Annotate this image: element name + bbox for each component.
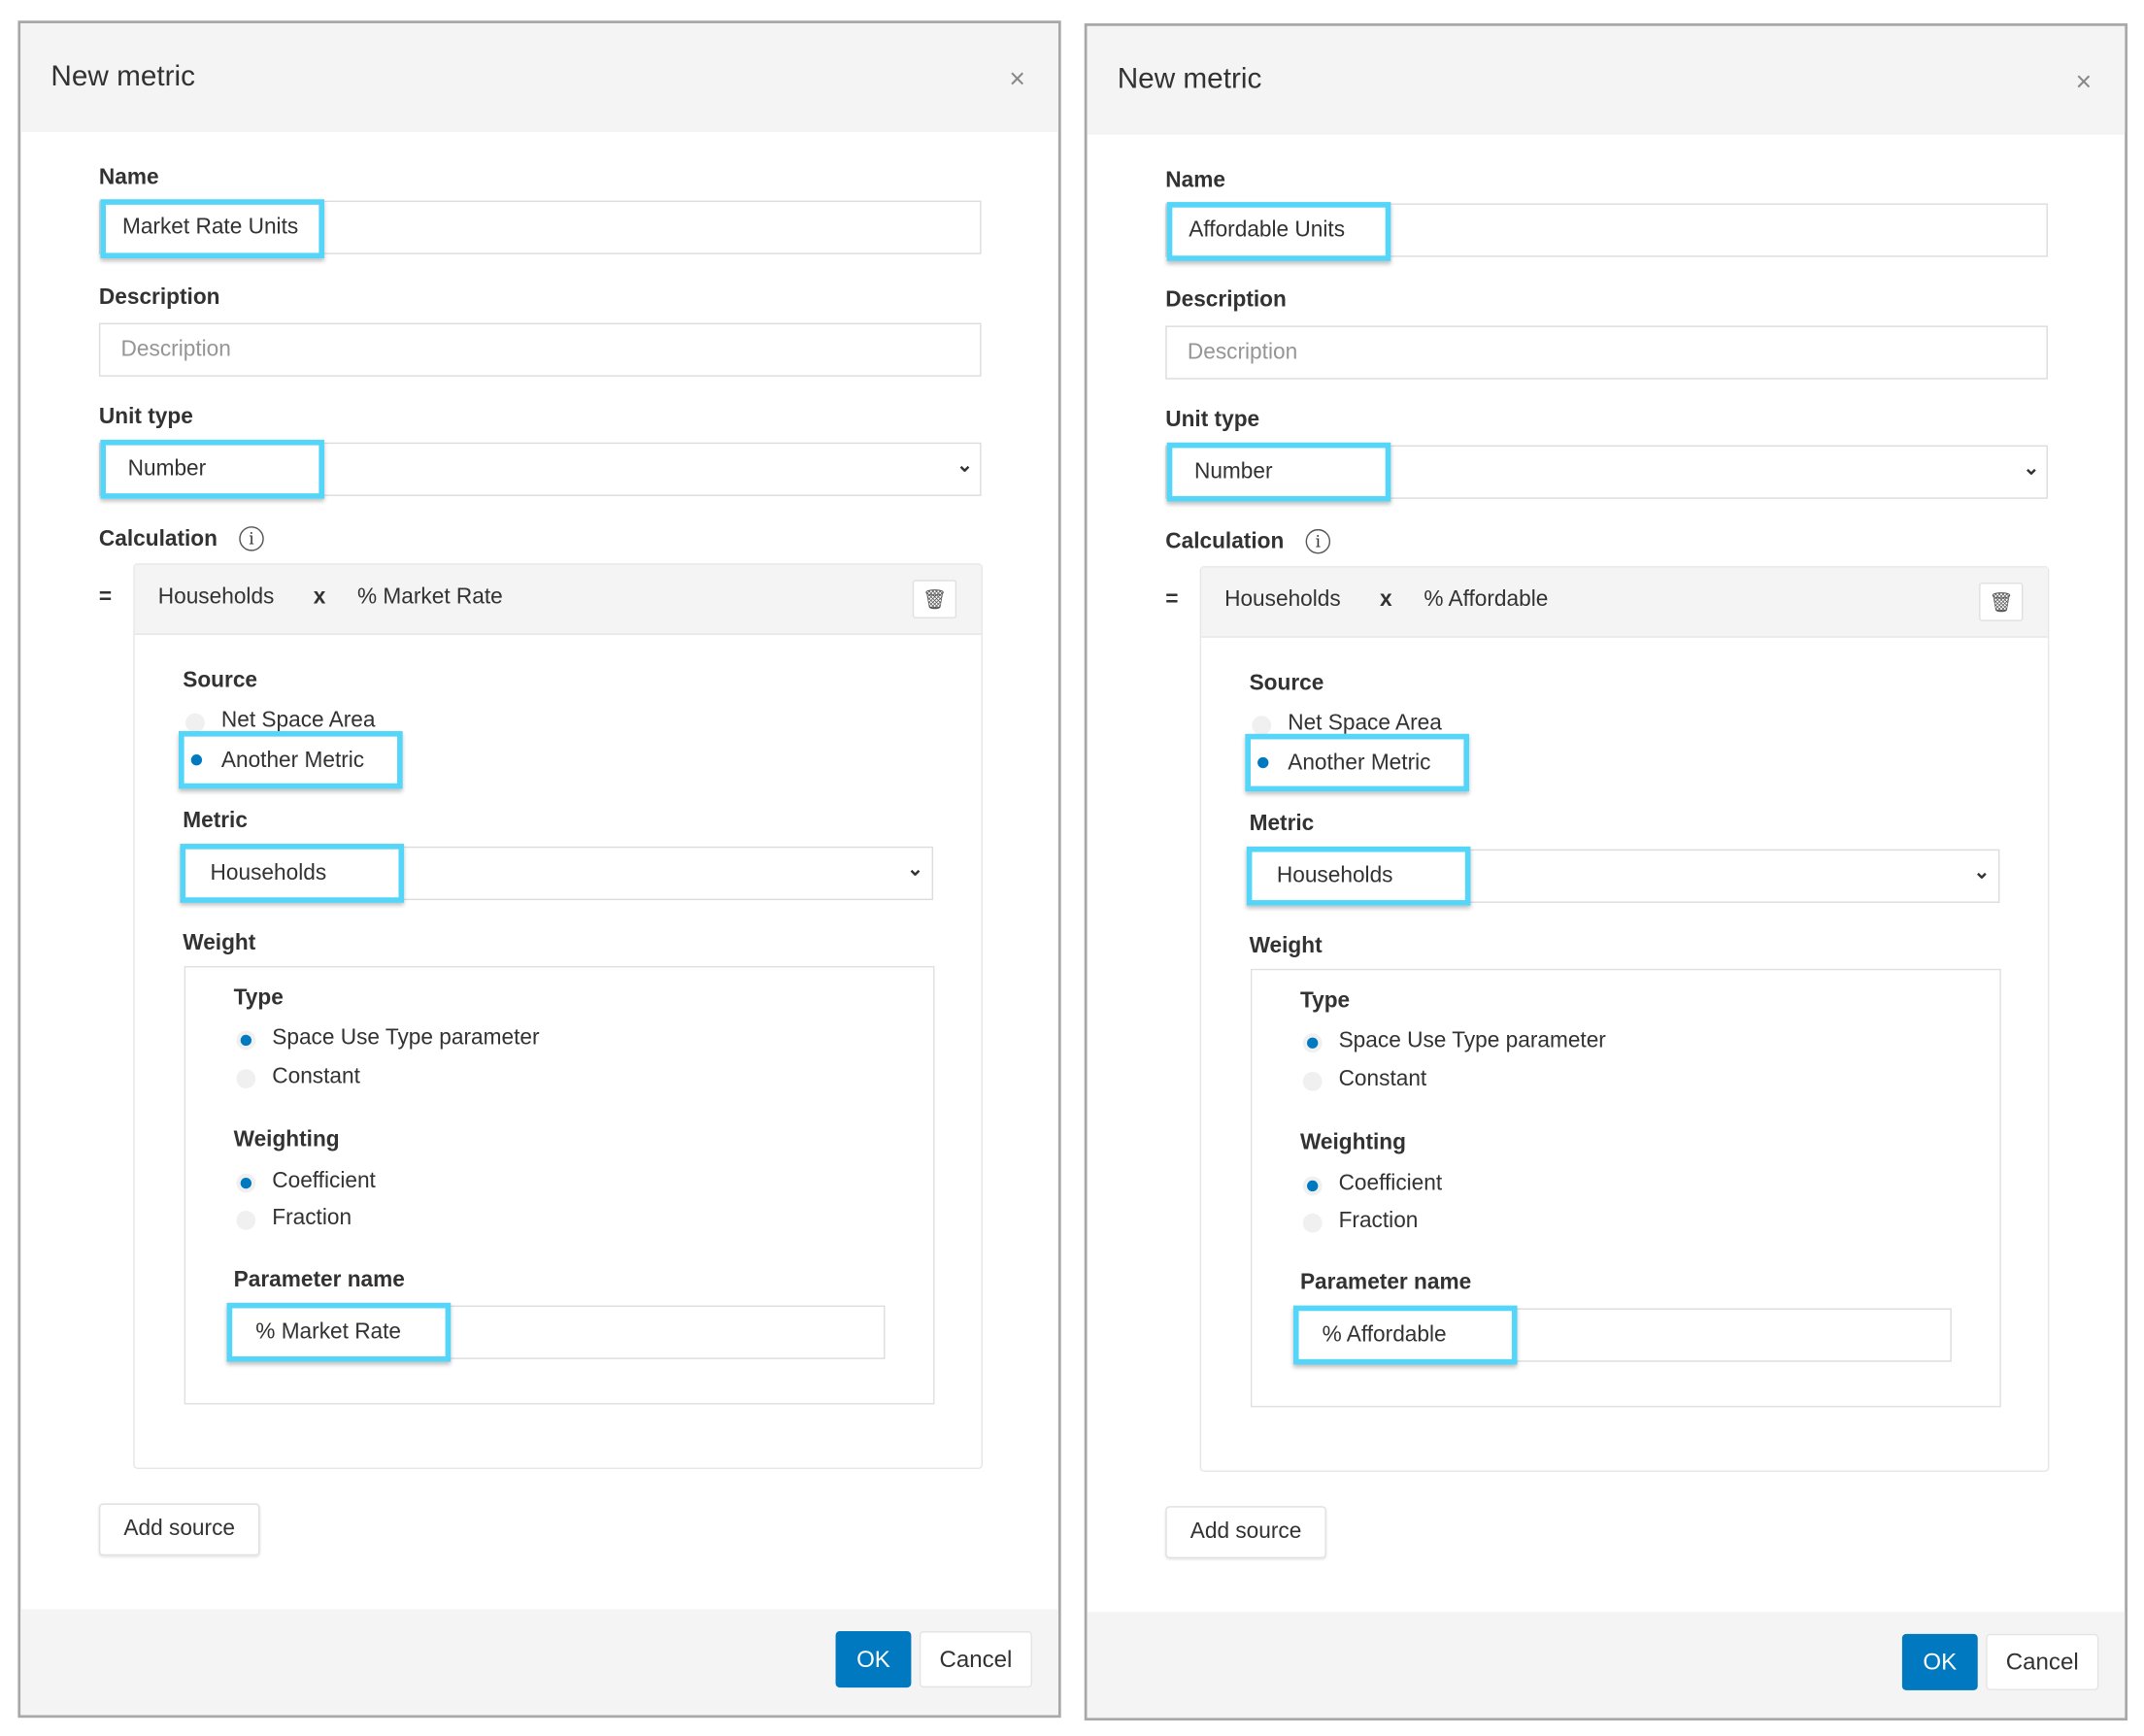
name-label: Name — [1165, 169, 1225, 193]
dialog-footer: OK Cancel — [1087, 1612, 2126, 1719]
radio-space-use-type[interactable] — [236, 1030, 256, 1051]
weight-box: Type Space Use Type parameter Constant W… — [184, 966, 935, 1405]
radio-another-metric[interactable]: Another Metric — [1245, 733, 1470, 792]
metric-value[interactable]: Households — [180, 844, 405, 903]
radio-label: Constant — [1338, 1067, 1427, 1091]
new-metric-dialog-1: New metric × Name Market Rate Units Desc… — [17, 20, 1061, 1719]
ok-button[interactable]: OK — [835, 1631, 912, 1688]
radio-label: Constant — [272, 1064, 360, 1088]
description-label: Description — [98, 285, 220, 310]
name-value[interactable]: Affordable Units — [1166, 202, 1391, 261]
radio-coefficient[interactable] — [1302, 1176, 1323, 1196]
calculation-label: Calculation — [98, 527, 218, 551]
type-label: Type — [1299, 989, 1351, 1014]
source-label: Source — [1249, 672, 1324, 696]
parameter-name-label: Parameter name — [1299, 1271, 1472, 1295]
trash-icon[interactable]: 🗑 — [912, 580, 957, 618]
calc-term-weight: % Market Rate — [356, 584, 503, 610]
radio-constant[interactable] — [1302, 1071, 1323, 1091]
unit-type-value[interactable]: Number — [100, 439, 325, 499]
calc-operator: x — [1380, 587, 1392, 612]
name-value[interactable]: Market Rate Units — [100, 199, 325, 259]
weighting-label: Weighting — [1299, 1130, 1406, 1154]
unit-type-label: Unit type — [98, 405, 193, 429]
parameter-name-value[interactable]: % Affordable — [1292, 1305, 1518, 1365]
radio-selected[interactable] — [186, 751, 206, 770]
radio-label: Another Metric — [220, 749, 365, 773]
unit-type-label: Unit type — [1165, 408, 1260, 432]
radio-fraction[interactable] — [1302, 1213, 1323, 1233]
radio-label: Fraction — [1338, 1209, 1419, 1233]
chevron-down-icon[interactable]: ⌄ — [1973, 860, 1990, 884]
trash-icon[interactable]: 🗑 — [1979, 583, 2024, 621]
metric-label: Metric — [1249, 812, 1315, 836]
parameter-name-label: Parameter name — [233, 1268, 405, 1292]
weighting-label: Weighting — [233, 1128, 340, 1152]
radio-selected[interactable] — [1254, 753, 1273, 773]
equals-sign: = — [98, 584, 113, 610]
radio-space-use-type[interactable] — [1302, 1033, 1323, 1053]
add-source-button[interactable]: Add source — [98, 1503, 260, 1556]
calculation-label: Calculation — [1165, 530, 1285, 554]
dialog-header: New metric × — [20, 23, 1058, 132]
calc-term-source: Households — [157, 584, 275, 610]
radio-label: Space Use Type parameter — [272, 1026, 540, 1051]
calc-term-weight: % Affordable — [1424, 587, 1549, 612]
stage: New metric × Name Market Rate Units Desc… — [0, 0, 2144, 1736]
radio-label: Net Space Area — [1288, 712, 1442, 736]
calculation-box: Households x % Affordable 🗑 Source Net S… — [1199, 566, 2050, 1472]
weight-label: Weight — [183, 931, 256, 955]
dialog-title: New metric — [50, 60, 196, 92]
weight-box: Type Space Use Type parameter Constant W… — [1250, 968, 2001, 1408]
radio-constant[interactable] — [236, 1069, 256, 1088]
radio-another-metric[interactable]: Another Metric — [178, 730, 403, 789]
metric-value[interactable]: Households — [1246, 846, 1471, 906]
calculation-expression: Households x % Market Rate 🗑 — [134, 564, 982, 635]
close-icon[interactable]: × — [2076, 67, 2093, 99]
radio-net-space-area[interactable] — [185, 713, 205, 733]
unit-type-value[interactable]: Number — [1166, 442, 1391, 502]
chevron-down-icon[interactable]: ⌄ — [956, 453, 973, 477]
dialog-footer: OK Cancel — [20, 1609, 1058, 1716]
parameter-name-value[interactable]: % Market Rate — [226, 1302, 452, 1362]
description-label: Description — [1165, 288, 1287, 313]
radio-fraction[interactable] — [236, 1210, 256, 1230]
name-label: Name — [98, 166, 159, 190]
add-source-button[interactable]: Add source — [1165, 1506, 1326, 1559]
info-icon[interactable]: i — [1305, 528, 1331, 554]
radio-label: Fraction — [272, 1206, 352, 1230]
dialog-header: New metric × — [1087, 25, 2126, 135]
close-icon[interactable]: × — [1009, 65, 1025, 97]
radio-coefficient[interactable] — [236, 1173, 256, 1193]
cancel-button[interactable]: Cancel — [1986, 1633, 2099, 1690]
weight-label: Weight — [1249, 934, 1323, 958]
equals-sign: = — [1165, 587, 1179, 612]
new-metric-dialog-2: New metric × Name Affordable Units Descr… — [1084, 23, 2128, 1721]
dialog-title: New metric — [1117, 63, 1262, 95]
calculation-box: Households x % Market Rate 🗑 Source Net … — [133, 563, 983, 1470]
chevron-down-icon[interactable]: ⌄ — [2023, 456, 2039, 480]
calculation-expression: Households x % Affordable 🗑 — [1201, 567, 2048, 638]
calc-operator: x — [313, 584, 326, 610]
radio-label: Another Metric — [1288, 751, 1431, 776]
radio-label: Coefficient — [272, 1169, 376, 1193]
description-input[interactable]: Description — [98, 322, 982, 377]
cancel-button[interactable]: Cancel — [919, 1631, 1032, 1688]
source-label: Source — [183, 669, 258, 693]
radio-net-space-area[interactable] — [1252, 716, 1272, 736]
radio-label: Coefficient — [1338, 1172, 1443, 1196]
metric-label: Metric — [183, 809, 248, 833]
calc-term-source: Households — [1224, 587, 1341, 612]
description-input[interactable]: Description — [1165, 325, 2048, 380]
ok-button[interactable]: OK — [1901, 1633, 1978, 1690]
radio-label: Space Use Type parameter — [1338, 1029, 1606, 1053]
type-label: Type — [233, 986, 284, 1011]
chevron-down-icon[interactable]: ⌄ — [907, 857, 923, 881]
info-icon[interactable]: i — [239, 526, 264, 551]
